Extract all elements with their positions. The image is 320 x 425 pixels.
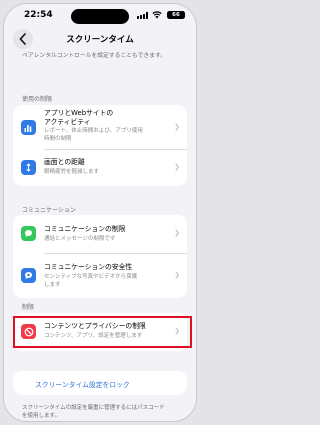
app-activity-title-2: アクティビティ <box>44 118 91 126</box>
distance-arrows-icon <box>21 160 36 175</box>
app-activity-subtitle-1: レポート、休止時間および、アプリ使用 <box>44 128 143 134</box>
section-header-communication: コミュニケーション <box>22 207 76 214</box>
communication-safety-title: コミュニケーションの安全性 <box>44 263 133 271</box>
status-bar: 22:54 66 <box>4 4 196 26</box>
page-title: スクリーンタイム <box>66 35 134 45</box>
battery-icon: 66 <box>167 11 185 19</box>
phone-screen: 22:54 66 スクリーンタイム ペアレンタルコントロールを設定することもでき… <box>3 3 197 422</box>
usage-card: アプリとWebサイトの アクティビティ レポート、休止時間および、アプリ使用 時… <box>13 105 187 186</box>
chevron-right-icon: ❯ <box>174 271 180 279</box>
screen-distance-subtitle: 眼精疲労を軽減します <box>44 169 100 175</box>
chevron-right-icon: ❯ <box>174 229 180 237</box>
chart-bars-icon <box>21 120 36 135</box>
highlight-annotation-box <box>13 316 192 348</box>
chevron-right-icon: ❯ <box>174 163 180 171</box>
footer-text-line1: スクリーンタイムの設定を厳重に管理するにはパスコード <box>22 405 165 411</box>
communication-safety-subtitle-1: センシティブな写真やビデオから保護 <box>44 274 138 280</box>
nav-bar: スクリーンタイム <box>4 28 196 50</box>
status-time: 22:54 <box>24 10 53 20</box>
intro-text: ペアレンタルコントロールを設定することもできます。 <box>22 53 166 59</box>
chat-shield-icon <box>21 268 36 283</box>
communication-limits-subtitle: 通話とメッセージの制限です <box>44 236 116 242</box>
communication-limits-title: コミュニケーションの制限 <box>44 225 126 233</box>
communication-safety-subtitle-2: します <box>44 282 61 288</box>
communication-safety-row[interactable]: コミュニケーションの安全性 センシティブな写真やビデオから保護 します ❯ <box>13 254 187 298</box>
section-header-usage: 使用の制限 <box>22 96 53 103</box>
screen-distance-row[interactable]: 画面との距離 眼精疲労を軽減します ❯ <box>13 150 187 186</box>
signal-icon <box>137 12 148 19</box>
chevron-right-icon: ❯ <box>174 123 180 131</box>
screen-distance-title: 画面との距離 <box>44 158 85 166</box>
communication-limits-row[interactable]: コミュニケーションの制限 通話とメッセージの制限です ❯ <box>13 215 187 253</box>
app-activity-row[interactable]: アプリとWebサイトの アクティビティ レポート、休止時間および、アプリ使用 時… <box>13 105 187 149</box>
wifi-icon <box>152 11 162 19</box>
footer-text: スクリーンタイムの設定を厳重に管理するにはパスコード を使用します。 <box>22 404 182 420</box>
communication-card: コミュニケーションの制限 通話とメッセージの制限です ❯ コミュニケーションの安… <box>13 215 187 298</box>
lock-card: スクリーンタイム設定をロック <box>13 371 187 395</box>
dynamic-island <box>71 9 129 24</box>
app-activity-subtitle-2: 時間の制限 <box>44 136 72 142</box>
chat-bubble-icon <box>21 226 36 241</box>
section-header-restrictions: 制限 <box>22 304 35 311</box>
lock-screen-time-settings-link[interactable]: スクリーンタイム設定をロック <box>35 379 130 389</box>
app-activity-title-1: アプリとWebサイトの <box>44 109 114 117</box>
footer-text-line2: を使用します。 <box>22 413 60 419</box>
